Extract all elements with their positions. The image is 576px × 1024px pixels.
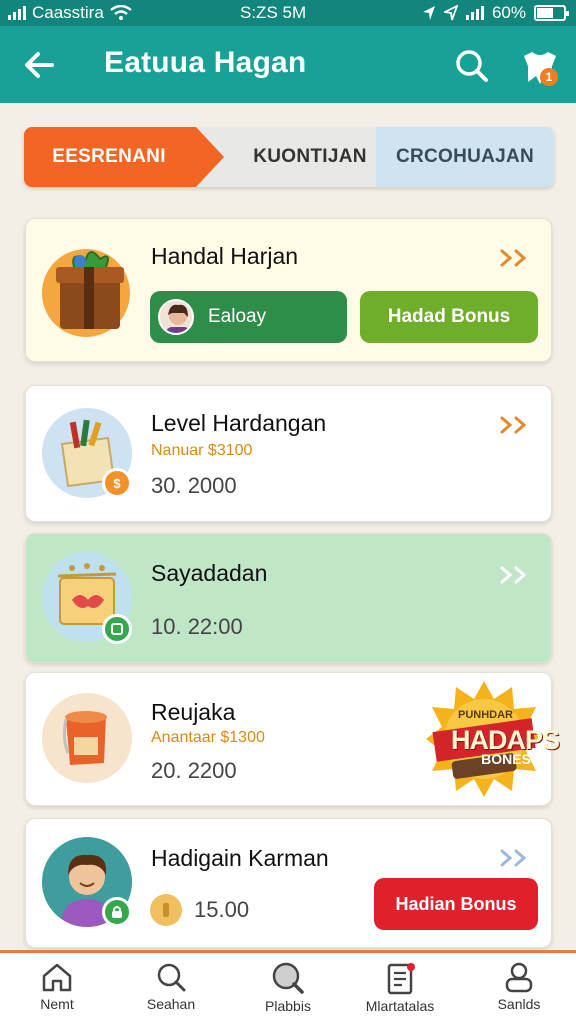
card-title: Hadigain Karman	[151, 845, 329, 871]
tab-second[interactable]: KUONTIJAN	[220, 127, 400, 187]
chevron-right-icon[interactable]	[499, 847, 533, 869]
lock-badge-icon	[102, 897, 132, 927]
page-title: Eatuua Hagan	[104, 46, 307, 79]
tab-first-active[interactable]: EESRENANI	[24, 127, 224, 187]
battery-percent: 60%	[491, 3, 526, 22]
document-icon	[387, 963, 415, 995]
status-left: Caasstira	[8, 3, 132, 23]
category-tabs: KUONTIJAN CRCOHUAJAN EESRENANI	[24, 127, 554, 187]
cell-signal-icon	[465, 6, 484, 20]
card-value: 15.00	[194, 897, 250, 922]
gift-chest-icon	[42, 249, 130, 337]
nav-item-profile[interactable]: Sanlds	[464, 953, 574, 1024]
magnifier-icon	[272, 962, 304, 994]
carrier-name: Caasstira	[32, 3, 104, 22]
nav-item-search[interactable]: Seahan	[116, 953, 226, 1024]
reward-card[interactable]: Reujaka Anantaar $1300 20. 2200 PUNHDAR …	[25, 672, 560, 806]
tab-third[interactable]: CRCOHUAJAN	[376, 127, 554, 187]
reward-card[interactable]: $ Level Hardangan Nanuar $3100 30. 2000	[25, 385, 552, 522]
card-value: 10. 22:00	[151, 614, 243, 639]
back-arrow-icon[interactable]	[20, 46, 58, 84]
nav-item-messages[interactable]: Mlartatalas	[345, 953, 455, 1024]
promo-small-text: PUNHDAR	[458, 709, 513, 721]
notification-badge: 1	[540, 68, 558, 86]
paint-bucket-thumbnail-icon	[42, 693, 132, 783]
card-title: Level Hardangan	[151, 410, 327, 436]
check-badge-icon	[102, 614, 132, 644]
card-price: Anantaar $1300	[151, 729, 265, 746]
bonus-button[interactable]: Hadian Bonus	[374, 878, 538, 930]
nav-item-explore[interactable]: Plabbis	[233, 953, 343, 1024]
reward-card[interactable]: Handal Harjan Ealoay Hadad Bonus	[25, 218, 552, 362]
nav-label: Plabbis	[265, 998, 311, 1014]
card-title: Reujaka	[151, 699, 236, 725]
nav-label: Sanlds	[497, 996, 541, 1012]
shopping-bag-icon[interactable]	[518, 46, 562, 90]
nav-label: Seahan	[146, 996, 196, 1012]
card-price: Nanuar $3100	[151, 442, 253, 459]
search-icon	[157, 963, 186, 992]
card-value: 30. 2000	[151, 473, 237, 498]
bottom-nav: Nemt Seahan Plabbis Mlartatalas Sanlds	[0, 950, 576, 1024]
daily-label: Ealoay	[208, 306, 267, 327]
reward-card[interactable]: Hadigain Karman 15.00 Hadian Bonus	[25, 818, 552, 948]
nav-item-home[interactable]: Nemt	[2, 953, 112, 1024]
dollar-badge-icon: $	[102, 468, 132, 498]
wifi-icon	[110, 5, 132, 20]
chevron-right-icon[interactable]	[499, 247, 533, 269]
profile-icon	[505, 962, 533, 993]
home-icon	[42, 963, 72, 992]
location-icon	[422, 6, 435, 20]
card-title: Handal Harjan	[151, 243, 299, 269]
nav-label: Mlartatalas	[365, 998, 435, 1014]
battery-icon	[534, 5, 569, 21]
card-title: Sayadadan	[151, 560, 268, 586]
reward-card-highlighted[interactable]: Sayadadan 10. 22:00	[25, 533, 552, 663]
status-right: 60%	[422, 3, 569, 23]
daily-button[interactable]: Ealoay	[150, 291, 347, 343]
status-bar: Caasstira S:ZS 5M 60%	[0, 0, 576, 26]
app-header: Eatuua Hagan 1	[0, 26, 576, 103]
promo-bottom-text: BONES	[481, 751, 531, 767]
card-value: 20. 2200	[151, 758, 237, 783]
network-icon	[443, 5, 458, 21]
nav-label: Nemt	[40, 996, 74, 1012]
coin-icon	[150, 894, 182, 926]
chevron-right-icon[interactable]	[499, 414, 533, 436]
signal-icon	[8, 6, 26, 20]
status-time: S:ZS 5M	[240, 3, 307, 22]
chevron-right-icon[interactable]	[499, 564, 533, 586]
bonus-button[interactable]: Hadad Bonus	[360, 291, 538, 343]
search-icon[interactable]	[452, 46, 492, 86]
avatar	[158, 299, 194, 335]
